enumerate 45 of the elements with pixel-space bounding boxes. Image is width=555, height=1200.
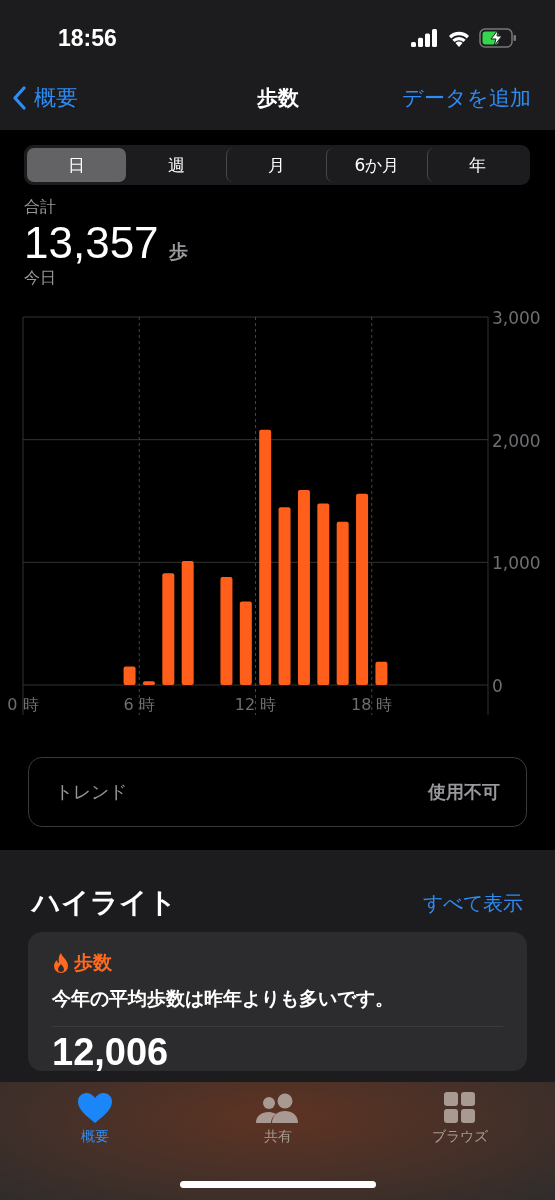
axis-label: 12 時 [234,695,277,714]
period-tab[interactable]: 6か月 [326,148,427,182]
step-unit: 歩 [168,239,188,264]
tab-item[interactable]: 共有 [222,1092,333,1200]
axis-label: 18 時 [351,695,393,714]
axis-label: 0 時 [7,695,39,714]
period-tab[interactable]: 月 [225,148,327,182]
axis-label: 2,000 [492,430,541,451]
tab-item[interactable]: 概要 [40,1092,150,1200]
status-time: 18:56 [58,24,117,52]
signal-icon [411,29,439,47]
axis-label: 1,000 [492,553,541,574]
nav-title: 歩数 [256,85,299,112]
grid-icon [444,1092,476,1124]
back-link[interactable]: 概要 [12,83,78,113]
bar [142,681,155,685]
period-tab[interactable]: 日 [27,148,127,182]
trend-value: 使用不可 [428,780,500,804]
axis-label: 3,000 [492,308,541,328]
highlight-value: 12,006 [52,1033,170,1071]
trend-row[interactable]: トレンド 使用不可 [28,757,527,827]
bar [375,661,388,685]
chevron-left-icon [12,86,26,110]
highlight-category: 歩数 [74,950,112,975]
step-total: 13,357 [24,218,159,268]
flame-icon [52,952,70,974]
bar [123,666,136,685]
people-icon [254,1092,301,1124]
axis-label: 6 時 [123,695,155,714]
trend-label: トレンド [55,780,127,804]
add-data-link[interactable]: データを追加 [402,84,531,112]
axis-label: 0 [492,676,503,696]
wifi-icon [447,29,471,47]
period-tab[interactable]: 年 [426,148,528,182]
period-tab[interactable]: 週 [126,148,226,182]
period-label: 今日 [24,268,57,289]
highlight-card[interactable]: 歩数 今年の平均歩数は昨年よりも多いです。 12,006 [28,932,527,1071]
back-label: 概要 [34,84,78,112]
total-label: 合計 [24,197,57,218]
section-title: ハイライト [32,885,177,921]
highlight-text: 今年の平均歩数は昨年よりも多いです。 [52,986,395,1011]
tab-item[interactable]: ブラウズ [405,1092,515,1200]
battery-icon [479,28,517,48]
heart-icon [77,1092,113,1124]
show-all-link[interactable]: すべて表示 [423,889,523,917]
